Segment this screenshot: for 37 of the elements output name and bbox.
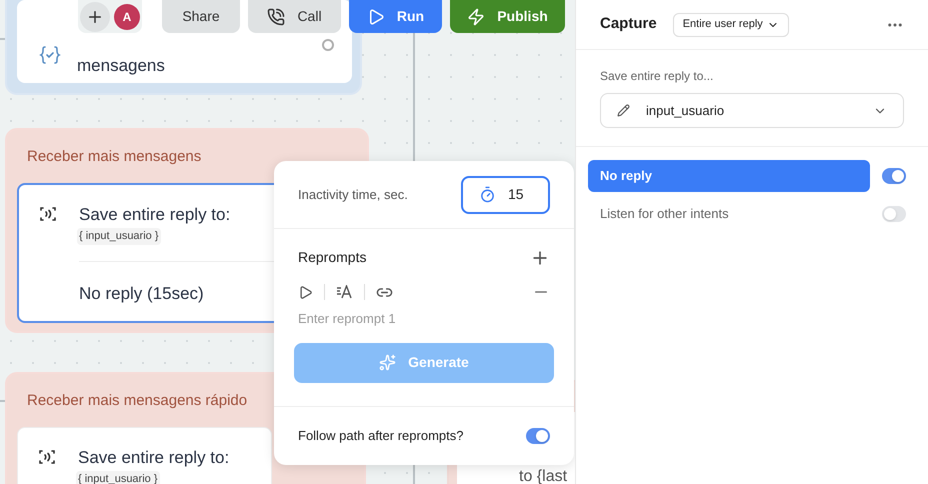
variable-select[interactable]: input_usuario	[600, 93, 904, 128]
capture-label: Save entire reply to:	[79, 204, 230, 226]
option-item[interactable]: Listen for other intents	[588, 198, 870, 230]
add-button[interactable]	[80, 2, 110, 32]
capture-label: Save entire reply to:	[78, 447, 230, 469]
user-avatar[interactable]: A	[114, 4, 140, 30]
toolbar-button[interactable]: Call	[248, 0, 341, 33]
capture-icon	[38, 448, 56, 466]
inactivity-field[interactable]: 15	[461, 176, 550, 214]
panel-title: Capture	[600, 14, 657, 34]
option-item[interactable]: No reply	[588, 160, 870, 192]
play-icon[interactable]	[298, 284, 313, 300]
lightning-icon	[467, 8, 486, 26]
text-format-icon[interactable]	[336, 285, 353, 299]
flow-canvas[interactable]	[0, 0, 575, 484]
pencil-icon	[617, 104, 630, 117]
toggle-switch[interactable]	[882, 168, 906, 184]
capture-card[interactable]: Save entire reply to: { input_usuario }	[17, 427, 272, 484]
toggle-switch[interactable]	[882, 206, 906, 222]
toolbar-button[interactable]: Share	[162, 0, 240, 33]
mode-dropdown[interactable]: Entire user reply	[672, 12, 789, 36]
timer-icon	[479, 186, 496, 203]
toolbar-button[interactable]: Run	[349, 0, 442, 33]
toolbar-button[interactable]: Publish	[450, 0, 565, 33]
block-title: Receber mais mensagens	[27, 147, 202, 167]
variable-chip: { input_usuario }	[77, 228, 161, 244]
block-label: to {last	[519, 467, 568, 484]
phone-icon	[267, 8, 286, 26]
sparkles-icon	[379, 354, 396, 371]
braces-check-icon	[39, 44, 61, 66]
block-title: Receber mais mensagens rápido	[27, 391, 248, 411]
variable-chip: { input_usuario }	[76, 471, 160, 484]
toggle-switch[interactable]	[526, 428, 550, 444]
capture-icon	[39, 205, 57, 223]
block-label: mensagens	[77, 55, 165, 77]
no-reply-path: No reply (15sec)	[79, 283, 204, 305]
field-label: Save entire reply to...	[600, 68, 714, 85]
